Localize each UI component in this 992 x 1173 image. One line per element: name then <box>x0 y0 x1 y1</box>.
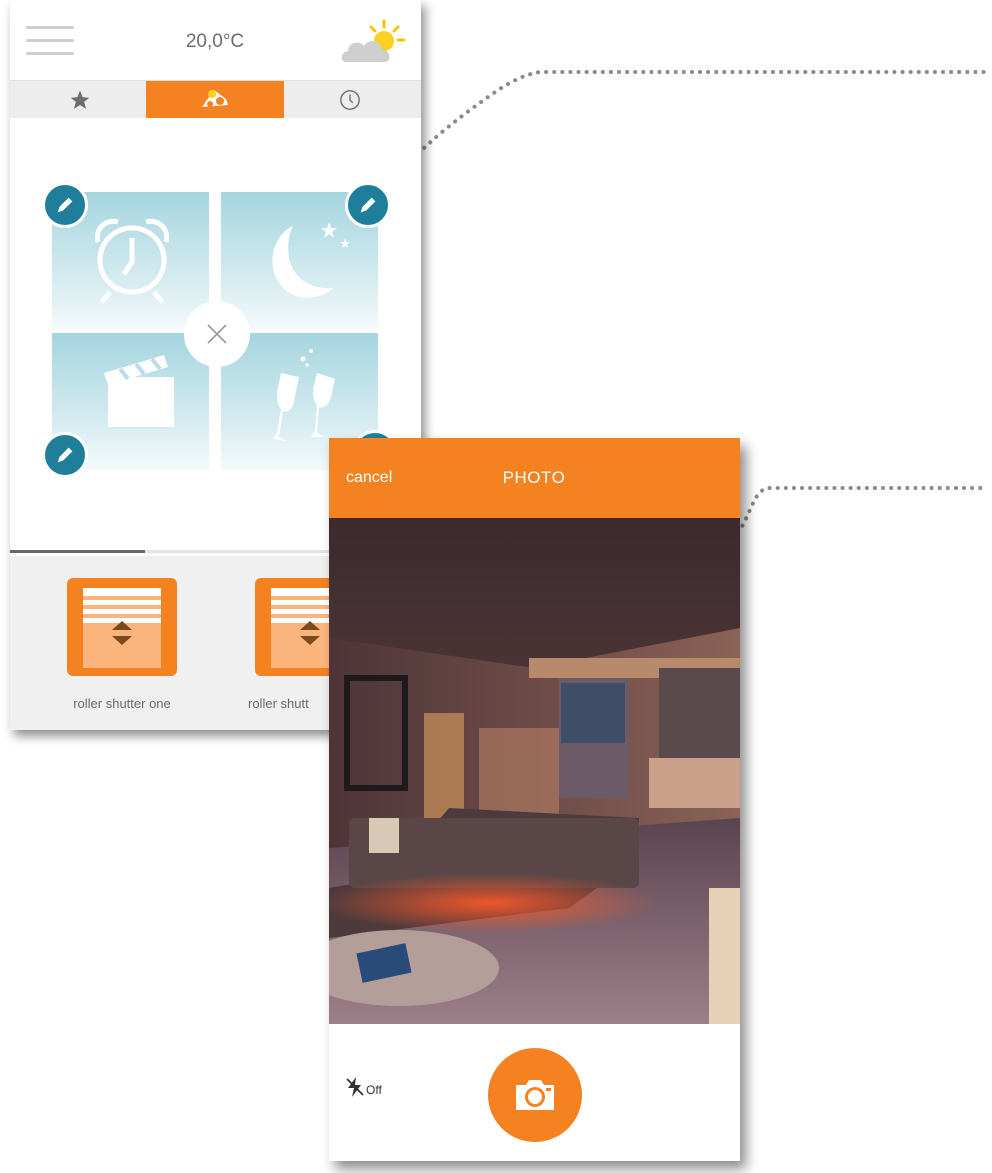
sun-behind-cloud-icon <box>341 19 406 62</box>
tab-favorites[interactable] <box>40 81 120 118</box>
photo-header: cancel PHOTO <box>329 438 740 518</box>
cancel-button[interactable]: cancel <box>346 469 392 487</box>
page-title: PHOTO <box>502 468 566 487</box>
roller-shutter-button[interactable] <box>67 578 177 676</box>
star-icon <box>70 90 90 109</box>
flash-off-icon <box>346 1077 364 1097</box>
menu-icon[interactable] <box>26 26 74 56</box>
scenes-icon <box>202 89 228 107</box>
flash-toggle[interactable]: Off <box>345 1076 382 1098</box>
flash-label: Off <box>366 1083 382 1097</box>
close-icon[interactable] <box>184 301 250 367</box>
capture-button[interactable] <box>488 1048 582 1142</box>
edit-scene-button[interactable] <box>42 432 88 478</box>
shutter-label: roller shutter one <box>73 696 171 711</box>
camera-preview <box>329 518 740 1024</box>
photo-screen: cancel PHOTO Off <box>329 438 740 1161</box>
camera-controls: Off <box>329 1024 740 1161</box>
tab-scenes[interactable] <box>146 81 284 118</box>
tab-timer[interactable] <box>310 81 390 118</box>
pencil-icon <box>57 197 73 213</box>
temperature-readout: 20,0°C <box>185 31 245 52</box>
pencil-icon <box>360 197 376 213</box>
clock-icon <box>340 89 360 110</box>
roller-shutter-icon <box>83 588 161 668</box>
edit-scene-button[interactable] <box>42 182 88 228</box>
camera-icon <box>516 1080 554 1110</box>
pencil-icon <box>57 447 73 463</box>
tab-bar <box>10 81 421 118</box>
edit-scene-button[interactable] <box>345 182 391 228</box>
top-bar: 20,0°C <box>10 0 421 81</box>
